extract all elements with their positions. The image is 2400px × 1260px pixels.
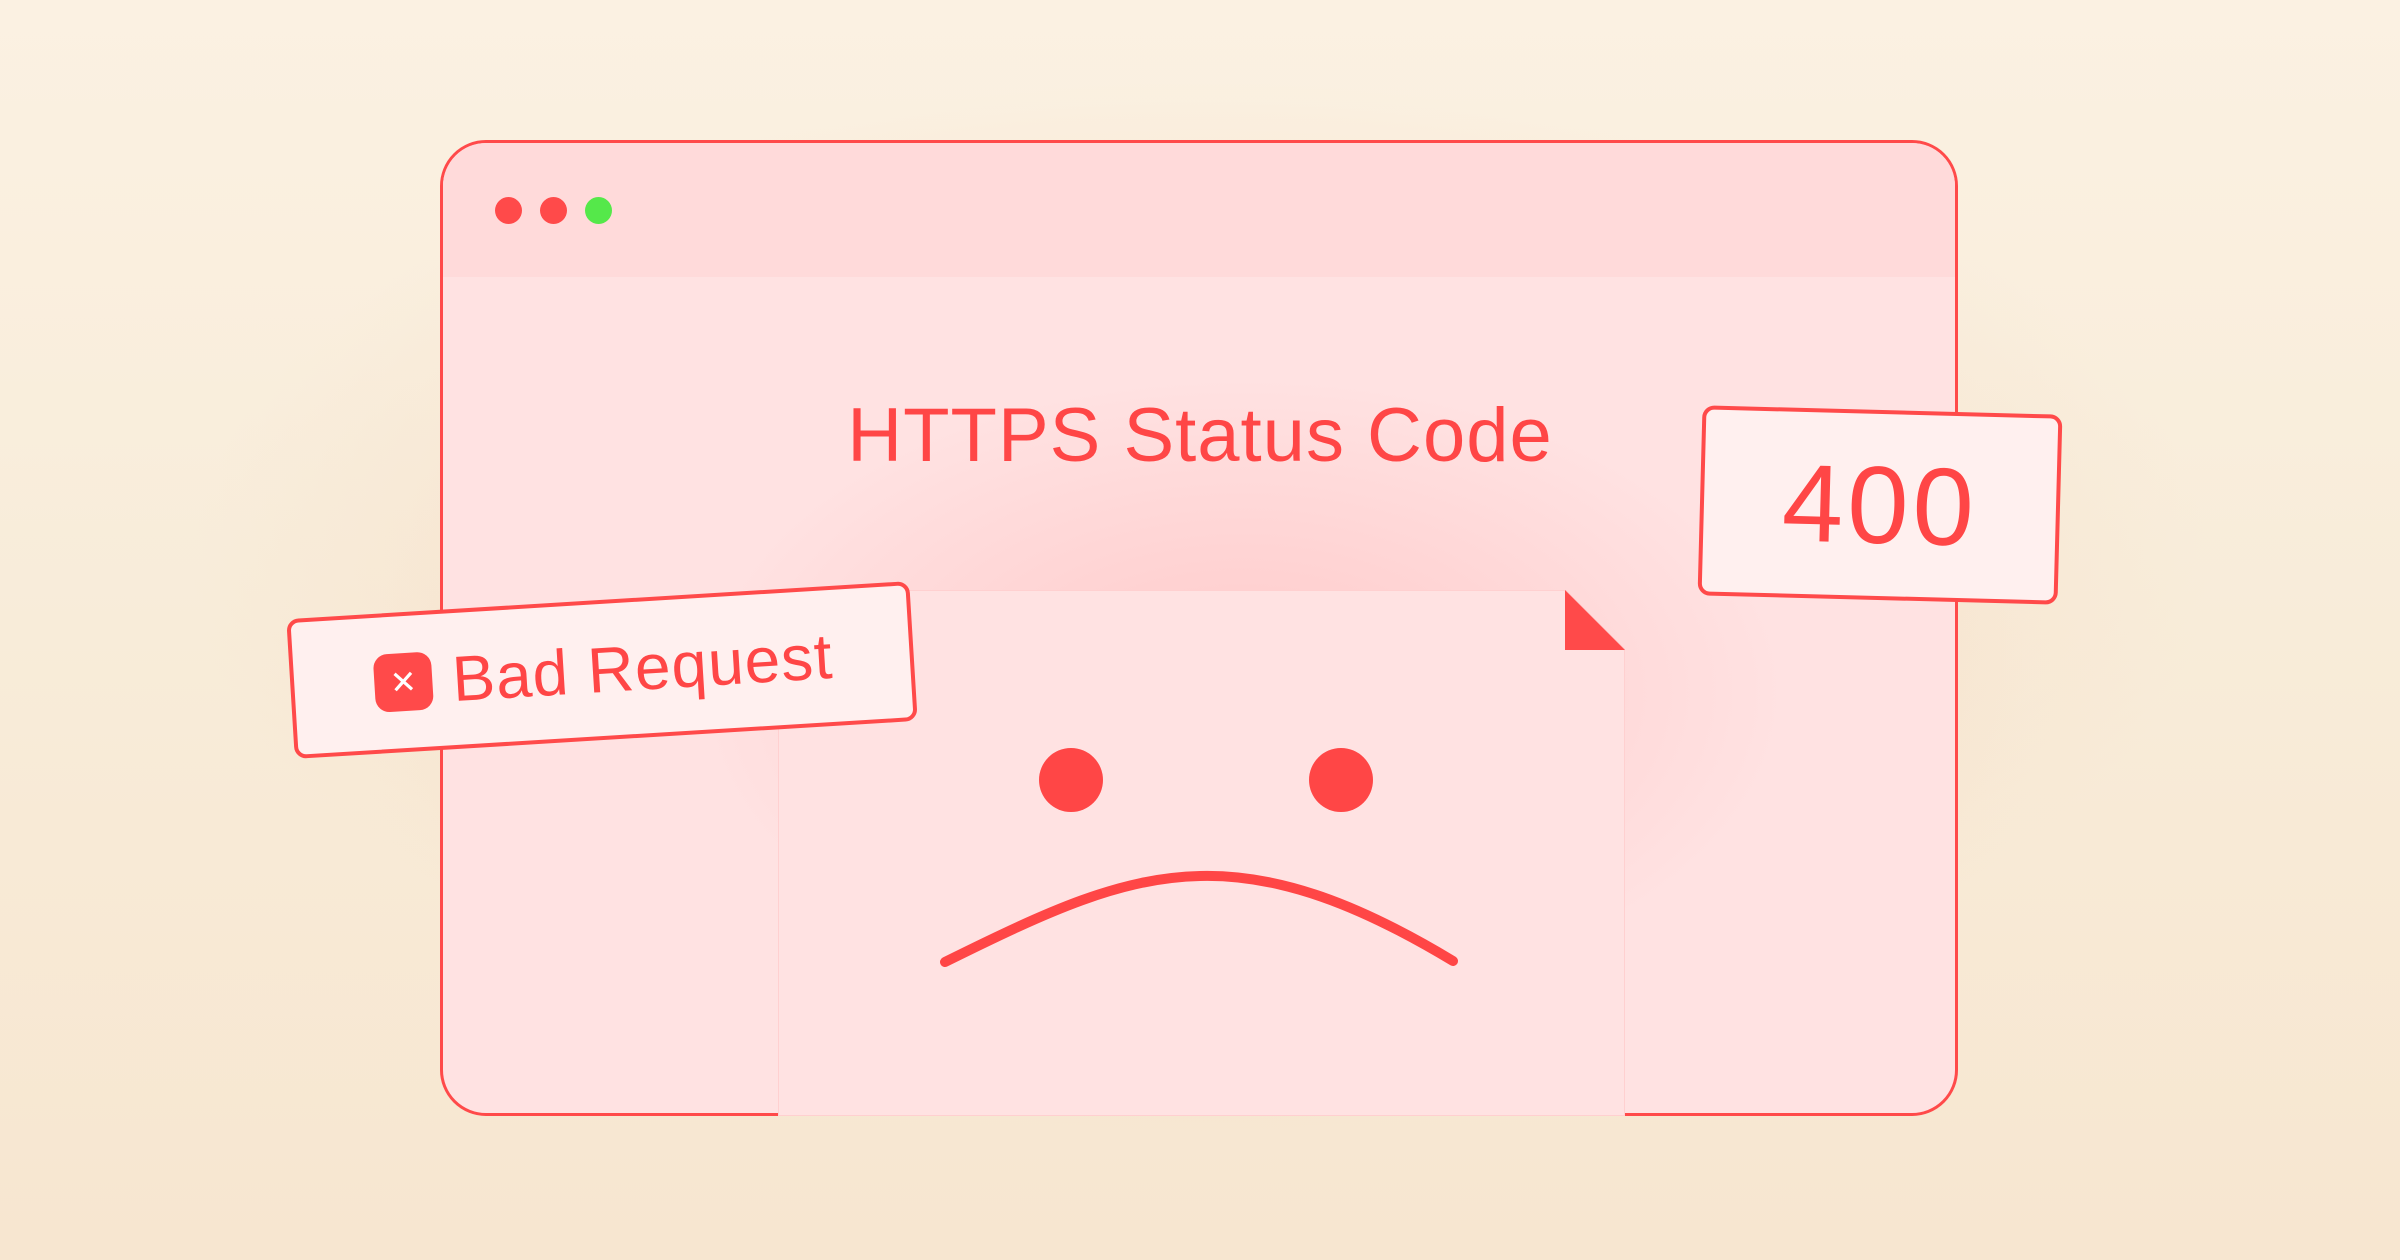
folded-corner-icon <box>1565 590 1625 650</box>
close-icon: ✕ <box>372 651 435 713</box>
close-dot[interactable] <box>495 197 522 224</box>
status-code-card: 400 <box>1697 405 2063 605</box>
status-code: 400 <box>1780 440 1980 570</box>
left-eye <box>1039 748 1103 812</box>
status-label: Bad Request <box>450 619 835 716</box>
maximize-dot[interactable] <box>585 197 612 224</box>
frown-mouth <box>940 870 1458 967</box>
sad-face-icon <box>900 730 1520 980</box>
window-title-bar <box>443 143 1955 277</box>
right-eye <box>1309 748 1373 812</box>
minimize-dot[interactable] <box>540 197 567 224</box>
